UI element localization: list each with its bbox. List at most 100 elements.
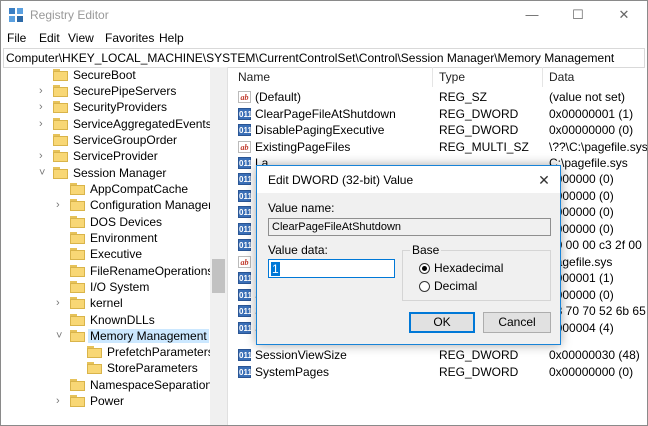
expand-chevron-icon[interactable]: › <box>39 101 49 113</box>
base-group <box>402 250 551 301</box>
folder-open-icon <box>70 330 85 342</box>
address-bar[interactable]: Computer\HKEY_LOCAL_MACHINE\SYSTEM\Curre… <box>3 48 645 68</box>
tree-item-label: ServiceGroupOrder <box>73 133 178 147</box>
dword-value-icon: 011 <box>238 108 252 120</box>
tree-item-label: KnownDLLs <box>90 313 155 327</box>
value-row[interactable]: ab ExistingPageFiles REG_MULTI_SZ \??\C:… <box>232 139 647 155</box>
menu-edit[interactable]: Edit <box>39 31 60 45</box>
decimal-radio[interactable] <box>419 281 430 292</box>
expand-chevron-icon[interactable]: › <box>39 150 49 162</box>
folder-icon <box>70 265 85 277</box>
value-data: 00 00 00 c3 2f 00 <box>549 238 642 252</box>
string-value-icon: ab <box>238 141 251 153</box>
value-data-text: 1 <box>271 262 280 276</box>
expand-chevron-icon[interactable]: › <box>56 395 66 407</box>
address-path: Computer\HKEY_LOCAL_MACHINE\SYSTEM\Curre… <box>6 51 615 65</box>
tree-item-label: SecureBoot <box>73 68 136 82</box>
collapse-chevron-icon[interactable]: ˅ <box>56 330 66 342</box>
expand-chevron-icon[interactable]: › <box>39 85 49 97</box>
base-group-label: Base <box>410 243 442 257</box>
folder-icon <box>70 281 85 293</box>
dword-value-icon: 011 <box>238 223 252 235</box>
dword-value-icon: 011 <box>238 157 252 169</box>
folder-icon <box>70 183 85 195</box>
collapse-chevron-icon[interactable]: ˅ <box>39 167 49 179</box>
tree-item-label: ServiceProvider <box>73 149 158 163</box>
dword-value-icon: 011 <box>238 173 252 185</box>
tree-item-label: ServiceAggregatedEvents <box>73 117 212 131</box>
dialog-close-button[interactable]: ✕ <box>534 170 554 190</box>
expand-chevron-icon[interactable]: › <box>39 118 49 130</box>
dword-value-icon: 011 <box>238 322 252 334</box>
tree-item-label: Memory Management <box>88 329 209 343</box>
edit-dword-dialog: Edit DWORD (32-bit) Value ✕ Value name: … <box>256 165 561 345</box>
maximize-button[interactable]: ☐ <box>555 1 601 29</box>
value-name: SessionViewSize <box>255 348 347 362</box>
expand-chevron-icon[interactable]: › <box>56 199 66 211</box>
value-name: DisablePagingExecutive <box>255 123 385 137</box>
folder-icon <box>70 314 85 326</box>
folder-icon <box>53 101 68 113</box>
value-data-label: Value data: <box>268 243 328 257</box>
value-row[interactable]: 011 DisablePagingExecutive REG_DWORD 0x0… <box>232 122 647 138</box>
menu-help[interactable]: Help <box>159 31 184 45</box>
dword-value-icon: 011 <box>238 239 252 251</box>
value-type: REG_DWORD <box>439 123 519 137</box>
column-header-name[interactable]: Name <box>232 67 433 87</box>
value-type: REG_MULTI_SZ <box>439 140 529 154</box>
folder-icon <box>53 134 68 146</box>
tree-item-label: Power <box>90 394 125 408</box>
title-bar[interactable]: Registry Editor — ☐ ✕ <box>1 1 647 29</box>
dialog-title-bar[interactable]: Edit DWORD (32-bit) Value ✕ <box>257 166 560 193</box>
tree-item-label: Configuration Manager <box>90 198 213 212</box>
folder-icon <box>53 118 68 130</box>
decimal-label[interactable]: Decimal <box>434 279 477 293</box>
value-row[interactable]: ab (Default) REG_SZ (value not set) <box>232 89 647 105</box>
tree-item-label: PrefetchParameters <box>107 345 214 359</box>
tree-item-label: DOS Devices <box>90 215 163 229</box>
key-tree: SecureBoot › SecurePipeServers › Securit… <box>1 67 228 425</box>
tree-item-label: AppCompatCache <box>90 182 189 196</box>
value-name: ClearPageFileAtShutdown <box>255 107 396 121</box>
column-header-data[interactable]: Data <box>543 67 647 87</box>
value-name-field: ClearPageFileAtShutdown <box>268 218 551 236</box>
folder-icon <box>70 379 85 391</box>
value-name: ExistingPageFiles <box>255 140 351 154</box>
tree-scrollbar[interactable] <box>210 67 227 425</box>
expand-chevron-icon[interactable]: › <box>56 297 66 309</box>
tree-item-label: SecurityProviders <box>73 100 168 114</box>
value-data: (value not set) <box>549 90 626 104</box>
folder-open-icon <box>53 167 68 179</box>
dword-value-icon: 011 <box>238 190 252 202</box>
folder-icon <box>70 216 85 228</box>
folder-icon <box>70 232 85 244</box>
column-header-type[interactable]: Type <box>433 67 543 87</box>
value-data: 0x00000000 (0) <box>549 365 634 379</box>
value-row[interactable]: 011 SessionViewSize REG_DWORD 0x00000030… <box>232 347 647 363</box>
folder-icon <box>87 346 102 358</box>
hexadecimal-label[interactable]: Hexadecimal <box>434 261 503 275</box>
tree-scrollbar-thumb[interactable] <box>212 259 225 293</box>
registry-editor-icon <box>9 8 23 22</box>
value-type: REG_DWORD <box>439 107 519 121</box>
value-type: REG_DWORD <box>439 365 519 379</box>
folder-icon <box>53 69 68 81</box>
menu-favorites[interactable]: Favorites <box>105 31 154 45</box>
value-type: REG_SZ <box>439 90 488 104</box>
menu-view[interactable]: View <box>68 31 94 45</box>
value-name: (Default) <box>255 90 302 104</box>
cancel-button[interactable]: Cancel <box>483 312 551 333</box>
folder-icon <box>70 199 85 211</box>
close-button[interactable]: ✕ <box>601 1 647 29</box>
tree-item-label: Session Manager <box>73 166 167 180</box>
minimize-button[interactable]: — <box>509 1 555 29</box>
value-data: 73 70 70 52 6b 65 <box>549 304 646 318</box>
ok-button[interactable]: OK <box>409 312 475 333</box>
value-row[interactable]: 011 ClearPageFileAtShutdown REG_DWORD 0x… <box>232 106 647 122</box>
value-data-input[interactable]: 1 <box>268 259 395 278</box>
value-row[interactable]: 011 SystemPages REG_DWORD 0x00000000 (0) <box>232 364 647 380</box>
menu-file[interactable]: File <box>7 31 26 45</box>
dword-value-icon: 011 <box>238 124 252 136</box>
hexadecimal-radio[interactable] <box>419 263 430 274</box>
dword-value-icon: 011 <box>238 366 252 378</box>
